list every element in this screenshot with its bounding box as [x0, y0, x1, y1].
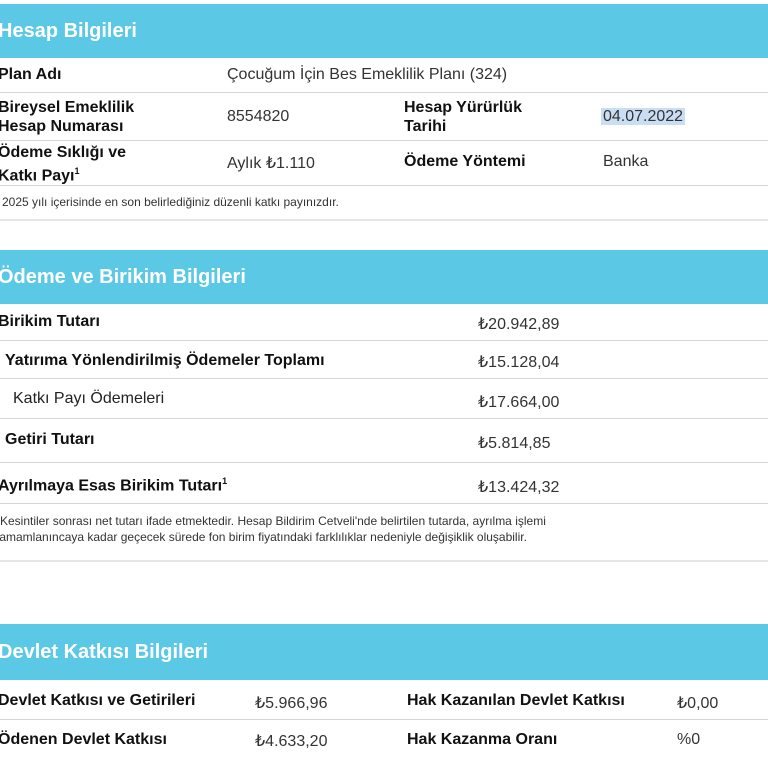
yururluk-value: 04.07.2022: [601, 108, 686, 125]
divider: [0, 185, 768, 186]
hesap-footnote: 2025 yılı içerisinde en son belirlediğin…: [2, 195, 339, 209]
plan-label: Plan Adı: [0, 66, 62, 83]
devlet-section-header: Devlet Katkısı Bilgileri: [0, 624, 768, 680]
birikim-label: Birikim Tutarı: [0, 313, 100, 330]
section-divider: [0, 219, 768, 221]
divider: [0, 92, 768, 93]
footnote-marker: 1: [74, 166, 80, 176]
devlet-section-title: Devlet Katkısı Bilgileri: [0, 641, 209, 663]
yururluk-label-line1: Hesap Yürürlük: [404, 99, 522, 116]
hak-kazanilan-value: ₺0,00: [677, 695, 719, 712]
yontem-label: Ödeme Yöntemi: [404, 153, 526, 170]
bireysel-label: Bireysel Emeklilik Hesap Numarası: [0, 98, 134, 136]
yururluk-label: Hesap Yürürlük Tarihi: [404, 98, 522, 136]
divider: [0, 719, 768, 720]
odeme-section-title: Ödeme ve Birikim Bilgileri: [0, 266, 246, 288]
ayrilmaya-value: ₺13.424,32: [478, 479, 560, 496]
footnote-marker: 1: [222, 476, 228, 486]
hak-kazanilan-label: Hak Kazanılan Devlet Katkısı: [407, 692, 625, 709]
ayrilmaya-label: Ayrılmaya Esas Birikim Tutarı1: [0, 476, 227, 495]
katki-payi-value: ₺17.664,00: [478, 394, 560, 411]
yatirima-value: ₺15.128,04: [478, 354, 560, 371]
siklik-label-line1: Ödeme Sıklığı ve: [0, 144, 127, 161]
devlet-katki-label: Devlet Katkısı ve Getirileri: [0, 692, 196, 709]
odeme-section-header: Ödeme ve Birikim Bilgileri: [0, 250, 768, 304]
hak-kazanma-orani-label: Hak Kazanma Oranı: [407, 731, 558, 748]
hak-kazanma-orani-value: %0: [677, 731, 701, 748]
plan-value: Çocuğum İçin Bes Emeklilik Planı (324): [227, 66, 508, 83]
bireysel-label-line2: Hesap Numarası: [0, 118, 124, 135]
divider: [0, 340, 768, 341]
divider: [0, 462, 768, 463]
siklik-value: Aylık ₺1.110: [227, 155, 315, 172]
yatirima-label: Yatırıma Yönlendirilmiş Ödemeler Toplamı: [5, 352, 325, 369]
katki-payi-label: Katkı Payı Ödemeleri: [13, 390, 165, 407]
odenen-value: ₺4.633,20: [255, 733, 328, 750]
divider: [0, 503, 768, 504]
odeme-footnote-line1: Kesintiler sonrası net tutarı ifade etme…: [0, 514, 546, 528]
ayrilmaya-label-text: Ayrılmaya Esas Birikim Tutarı: [0, 477, 223, 495]
hesap-section-header: Hesap Bilgileri: [0, 4, 768, 58]
divider: [0, 140, 768, 141]
yururluk-label-line2: Tarihi: [404, 118, 447, 135]
odenen-label: Ödenen Devlet Katkısı: [0, 731, 167, 748]
siklik-label: Ödeme Sıklığı ve Katkı Payı1: [0, 143, 126, 185]
yontem-value: Banka: [603, 153, 649, 170]
divider: [0, 418, 768, 419]
getiri-label: Getiri Tutarı: [5, 431, 95, 448]
section-divider: [0, 560, 768, 562]
bireysel-value: 8554820: [227, 108, 290, 125]
siklik-label-line2: Katkı Payı: [0, 167, 75, 185]
devlet-katki-value: ₺5.966,96: [255, 695, 328, 712]
odeme-footnote-line2: tamamlanıncaya kadar geçecek sürede fon …: [0, 530, 527, 544]
divider: [0, 378, 768, 379]
hesap-section-title: Hesap Bilgileri: [0, 20, 137, 42]
getiri-value: ₺5.814,85: [478, 435, 551, 452]
birikim-value: ₺20.942,89: [478, 316, 560, 333]
bireysel-label-line1: Bireysel Emeklilik: [0, 99, 135, 116]
